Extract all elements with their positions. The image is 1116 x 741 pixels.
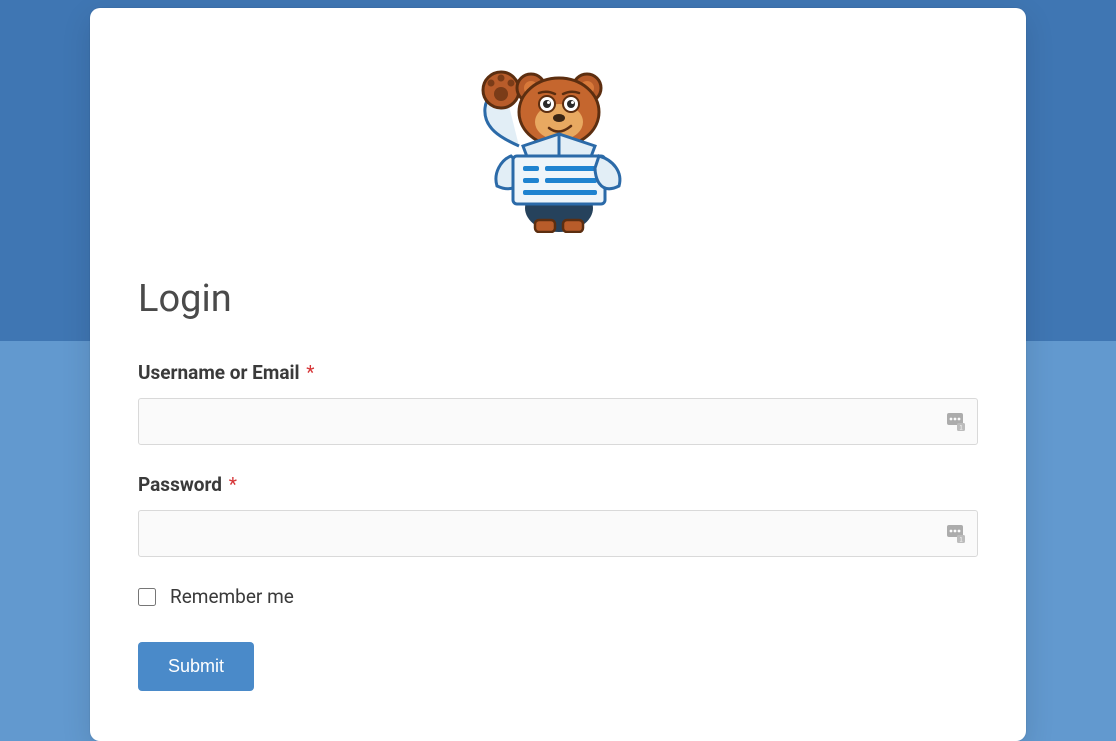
required-marker: * bbox=[306, 361, 314, 384]
logo-container bbox=[138, 68, 978, 233]
username-label: Username or Email * bbox=[138, 361, 978, 384]
remember-me-label[interactable]: Remember me bbox=[170, 585, 294, 608]
password-field-group: Password * 1 bbox=[138, 473, 978, 557]
username-field-group: Username or Email * 1 bbox=[138, 361, 978, 445]
password-label: Password * bbox=[138, 473, 978, 496]
password-input-wrap: 1 bbox=[138, 510, 978, 557]
wpforms-mascot-logo bbox=[471, 68, 646, 233]
username-label-text: Username or Email bbox=[138, 361, 300, 384]
remember-me-checkbox[interactable] bbox=[138, 588, 156, 606]
username-input[interactable] bbox=[138, 398, 978, 445]
login-card: Login Username or Email * 1 Password * bbox=[90, 8, 1026, 741]
page-title: Login bbox=[138, 277, 978, 321]
password-label-text: Password bbox=[138, 473, 222, 496]
password-manager-icon[interactable]: 1 bbox=[946, 524, 966, 544]
submit-button[interactable]: Submit bbox=[138, 642, 254, 691]
username-input-wrap: 1 bbox=[138, 398, 978, 445]
password-input[interactable] bbox=[138, 510, 978, 557]
remember-me-row: Remember me bbox=[138, 585, 978, 608]
required-marker: * bbox=[229, 473, 237, 496]
password-manager-icon[interactable]: 1 bbox=[946, 412, 966, 432]
